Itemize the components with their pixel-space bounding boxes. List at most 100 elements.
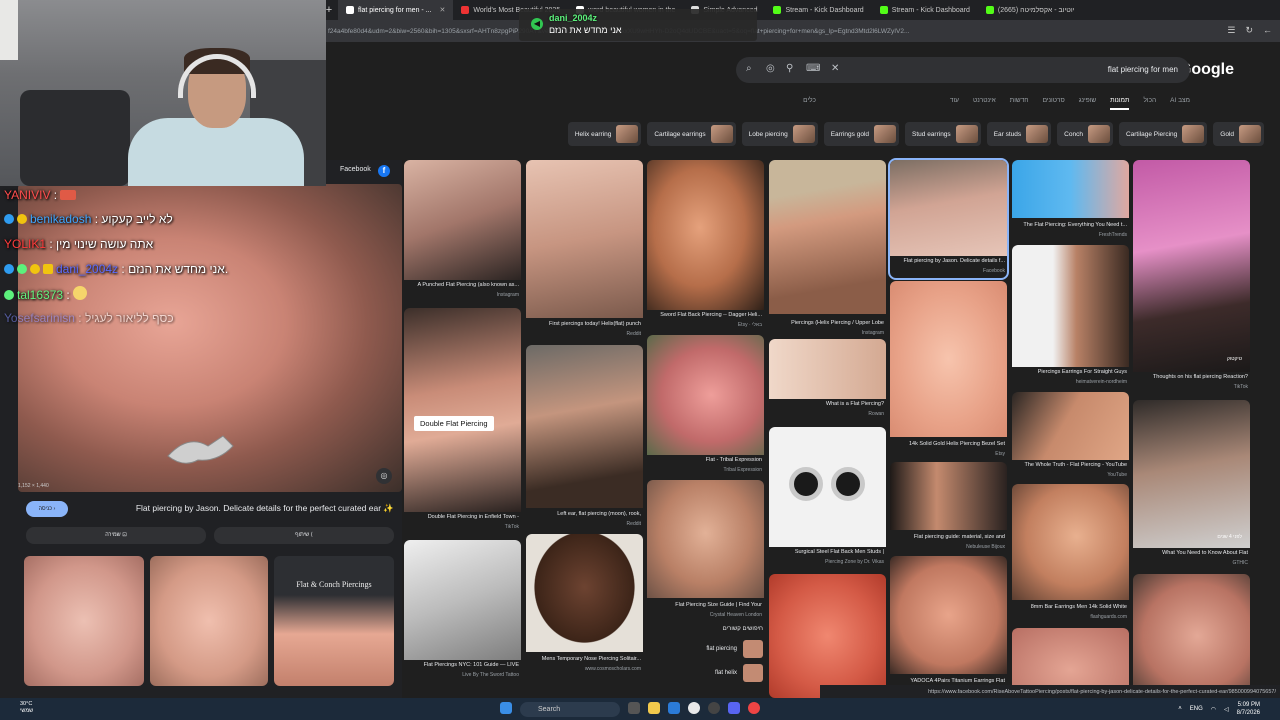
chip-label: Lobe piercing — [748, 130, 788, 138]
image-result[interactable]: לפני 4 שנים What You Need to Know About … — [1133, 400, 1250, 570]
result-caption: Flat piercing by Jason. Delicate details… — [903, 258, 1006, 264]
related-image[interactable] — [150, 556, 268, 686]
result-thumbnail — [1012, 245, 1129, 367]
image-result[interactable]: Flat Piercing Size Guide | Find Your Cry… — [647, 480, 764, 622]
image-result[interactable]: 14k Solid Gold Helix Piercing Bezel Set … — [890, 281, 1007, 459]
chip-gold[interactable]: Gold — [1213, 122, 1264, 146]
clear-icon[interactable]: ✕ — [831, 63, 839, 74]
search-icon[interactable]: ⌕ — [746, 63, 752, 74]
image-result[interactable]: The Flat Piercing: Everything You Need t… — [1012, 160, 1129, 240]
wifi-icon[interactable]: ◠ — [1211, 706, 1216, 713]
chip-cartilage-piercing[interactable]: Cartilage Piercing — [1118, 122, 1208, 146]
shirt — [128, 118, 304, 186]
image-result[interactable]: Left ear, flat piercing (moon), rook, Re… — [526, 345, 643, 531]
menu-icon[interactable]: ☰ — [1227, 25, 1235, 36]
tab-shopping[interactable]: שופינג — [1079, 97, 1096, 110]
result-source: Piercing Zone by Dr. Vikas — [825, 559, 884, 565]
task-view-icon[interactable] — [628, 702, 640, 714]
weather-widget[interactable]: 30°C שמשי — [20, 701, 33, 715]
related-item[interactable]: flat helix — [647, 664, 763, 682]
share-button[interactable]: שיתוף ⟨ — [214, 527, 394, 544]
result-caption: Thoughts on his flat piercing Reaction? — [1152, 374, 1248, 380]
kick-icon — [985, 6, 994, 14]
image-result[interactable]: Piercings (Helix Piercing / Upper Lobe I… — [769, 160, 886, 336]
address-bar[interactable]: f24a4bfe80d4&udm=2&biw=2560&bih=1305&sxs… — [320, 20, 1280, 42]
search-input[interactable]: flat piercing for men — [1108, 65, 1178, 74]
discord-icon[interactable] — [728, 702, 740, 714]
lens-icon[interactable]: ◎ — [766, 63, 775, 74]
tab-flat-piercing[interactable]: flat piercing for men - ... ✕ — [338, 0, 454, 20]
back-icon[interactable]: ← — [1263, 25, 1272, 36]
save-button[interactable]: שמירה ⊡ — [26, 527, 206, 544]
tab-all[interactable]: הכול — [1143, 97, 1156, 110]
start-icon[interactable] — [500, 702, 512, 714]
tab-more[interactable]: עוד — [950, 97, 959, 110]
tab-web[interactable]: אינטרנט — [973, 97, 996, 110]
tab-images[interactable]: תמונות — [1110, 97, 1130, 110]
image-result[interactable]: First piercings today! Helix(flat) punch… — [526, 160, 643, 342]
visit-button[interactable]: כניסה › — [26, 501, 68, 517]
image-result[interactable]: Double Flat Piercing Double Flat Piercin… — [404, 308, 521, 536]
tab-kick-channel[interactable]: יוטיוב - אקסלמיטה (2665) — [978, 0, 1083, 20]
recording-icon[interactable] — [748, 702, 760, 714]
file-explorer-icon[interactable] — [648, 702, 660, 714]
edge-icon[interactable] — [668, 702, 680, 714]
tab-news[interactable]: חדשות — [1010, 97, 1029, 110]
search-box[interactable]: ⌕ ◎ ⚲ ⌨ ✕ flat piercing for men — [736, 57, 1190, 83]
chip-conch[interactable]: Conch — [1057, 122, 1113, 146]
reload-icon[interactable]: ↻ — [1245, 25, 1253, 36]
image-result[interactable]: Flat piercing guide: material, size and … — [890, 462, 1007, 552]
chip-stud-earrings[interactable]: Stud earrings — [905, 122, 981, 146]
tab-ai-mode[interactable]: מצב AI — [1170, 97, 1190, 110]
chip-lobe-piercing[interactable]: Lobe piercing — [741, 122, 818, 146]
image-result[interactable]: Piercings Earrings For Straight Guys hei… — [1012, 245, 1129, 391]
result-source: Etsy — [995, 451, 1005, 457]
mic-icon[interactable]: ⚲ — [786, 63, 793, 74]
language-indicator[interactable]: ENG — [1190, 706, 1203, 712]
result-thumbnail — [526, 160, 643, 318]
tab-videos[interactable]: סרטונים — [1043, 97, 1065, 110]
tab-title: יוטיוב - אקסלמיטה (2665) — [997, 6, 1075, 14]
chip-cartilage-earrings[interactable]: Cartilage earrings — [647, 122, 736, 146]
clock[interactable]: 5:09 PM 8/7/2026 — [1237, 701, 1260, 717]
image-result[interactable]: Mens Temporary Nose Piercing Solitair...… — [526, 534, 643, 674]
tab-tools[interactable]: כלים — [803, 97, 816, 110]
taskbar-search[interactable]: Search — [520, 702, 620, 717]
image-result-selected[interactable]: Flat piercing by Jason. Delicate details… — [888, 158, 1009, 280]
result-source: Live By The Sword Tattoo — [462, 672, 519, 678]
tab-kick-dashboard-1[interactable]: Stream - Kick Dashboard — [765, 0, 871, 20]
image-result[interactable]: What is a Flat Piercing? Rowan — [769, 339, 886, 421]
chat-separator: : — [74, 311, 85, 325]
image-result[interactable]: Surgical Steel Flat Back Men Studs | Pie… — [769, 427, 886, 571]
chip-helix-earring[interactable]: Helix earring — [567, 122, 642, 146]
image-result[interactable]: 8mm Bar Earrings Men 14k Solid White fla… — [1012, 484, 1129, 622]
close-icon[interactable]: ✕ — [440, 6, 446, 14]
lens-search-icon[interactable]: ◎ — [376, 468, 392, 484]
preview-source[interactable]: Facebook — [340, 166, 371, 173]
image-result[interactable]: Sword Flat Back Piercing -- Dagger Heli.… — [647, 160, 764, 332]
tab-kick-dashboard-2[interactable]: Stream - Kick Dashboard — [872, 0, 978, 20]
chip-earrings-gold[interactable]: Earrings gold — [823, 122, 900, 146]
image-result[interactable]: Flat - Tribal Expression Tribal Expressi… — [647, 335, 764, 477]
badge-icon — [4, 264, 14, 274]
chat-message: tal16373 : — [4, 286, 90, 302]
result-source: YouTube — [1107, 472, 1127, 478]
image-result[interactable]: A Punched Flat Piercing (also known as..… — [404, 160, 521, 304]
chrome-icon[interactable] — [688, 702, 700, 714]
related-item[interactable]: flat piercing — [647, 640, 763, 658]
chip-ear-studs[interactable]: Ear studs — [986, 122, 1052, 146]
related-image[interactable]: Flat & Conch Piercings — [274, 556, 394, 686]
image-result[interactable]: טיקטוק Thoughts on his flat piercing Rea… — [1133, 160, 1250, 396]
tray-chevron-icon[interactable]: ˄ — [1178, 706, 1182, 712]
image-result[interactable] — [1133, 574, 1250, 698]
obs-icon[interactable] — [708, 702, 720, 714]
keyboard-icon[interactable]: ⌨ — [806, 63, 820, 74]
volume-icon[interactable]: ◁ — [1224, 706, 1229, 713]
image-result[interactable]: YADOCA 4Pairs Titanium Earrings Flat — [890, 556, 1007, 688]
image-result[interactable]: Flat Piercings NYC: 101 Guide — LIVE Liv… — [404, 540, 521, 686]
image-result[interactable]: The Whole Truth - Flat Piercing - YouTub… — [1012, 392, 1129, 482]
image-result[interactable] — [769, 574, 886, 698]
result-caption: What You Need to Know About Flat — [1162, 550, 1248, 556]
preview-title[interactable]: Flat piercing by Jason. Delicate details… — [80, 503, 394, 514]
related-image[interactable] — [24, 556, 144, 686]
